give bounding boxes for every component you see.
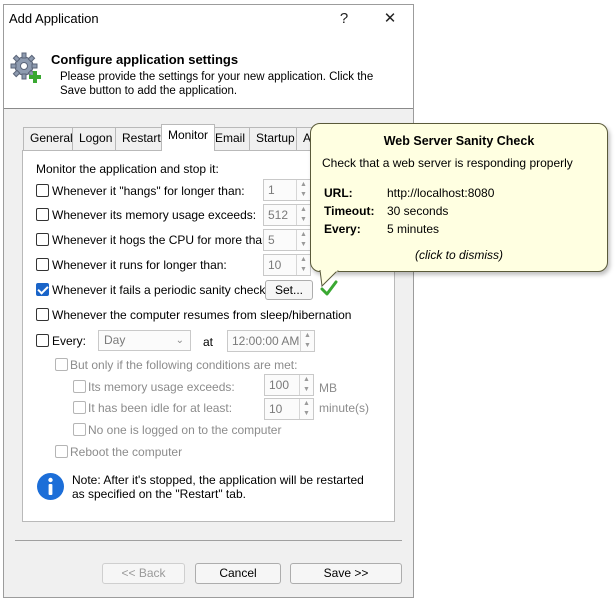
- close-button[interactable]: ✕: [368, 7, 412, 31]
- every-time-value: 12:00:00 AM: [232, 334, 300, 348]
- reboot-label: Reboot the computer: [70, 445, 183, 459]
- sanity-check-label: Whenever it fails a periodic sanity chec…: [52, 283, 266, 297]
- resume-checkbox[interactable]: [36, 308, 49, 321]
- tooltip-every-value: 5 minutes: [387, 222, 440, 236]
- cond-memory-label: Its memory usage exceeds:: [88, 380, 235, 394]
- monitor-heading: Monitor the application and stop it:: [36, 162, 219, 176]
- cond-nobody-label: No one is logged on to the computer: [88, 423, 282, 437]
- tooltip-url-value: http://localhost:8080: [387, 186, 495, 200]
- cpu-label: Whenever it hogs the CPU for more than:: [52, 233, 273, 247]
- cond-idle-label: It has been idle for at least:: [88, 401, 233, 415]
- every-period-value: Day: [104, 333, 126, 347]
- back-button[interactable]: << Back: [102, 563, 185, 584]
- footer-divider: [15, 540, 402, 541]
- runs-spinner[interactable]: 10 ▲ ▼: [263, 254, 311, 276]
- tooltip-pointer: [318, 269, 342, 291]
- header-description: Please provide the settings for your new…: [60, 71, 374, 97]
- tab-restart[interactable]: Restart: [115, 127, 168, 150]
- every-time-spinner[interactable]: 12:00:00 AM ▲ ▼: [227, 330, 315, 352]
- cpu-spinner[interactable]: 5 ▲ ▼: [263, 229, 311, 251]
- tooltip-title: Web Server Sanity Check: [383, 134, 535, 148]
- title-bar: Add Application ? ✕: [4, 5, 413, 33]
- cancel-button[interactable]: Cancel: [195, 563, 281, 584]
- tooltip-url-key: URL:: [324, 186, 353, 200]
- reboot-checkbox[interactable]: [55, 445, 68, 458]
- memory-label: Whenever its memory usage exceeds:: [52, 208, 257, 222]
- sanity-set-button[interactable]: Set...: [265, 280, 313, 300]
- cpu-checkbox[interactable]: [36, 233, 49, 246]
- memory-value: 512: [268, 208, 289, 222]
- runs-value: 10: [268, 258, 282, 272]
- cond-idle-unit: minute(s): [319, 401, 370, 415]
- runs-checkbox[interactable]: [36, 258, 49, 271]
- spinner-arrows-icon[interactable]: ▲ ▼: [296, 255, 310, 275]
- tab-monitor[interactable]: Monitor: [161, 124, 216, 151]
- help-button[interactable]: ?: [322, 7, 366, 31]
- spinner-arrows-icon[interactable]: ▲ ▼: [299, 375, 313, 395]
- hangs-value: 1: [268, 183, 275, 197]
- tooltip-description: Check that a web server is responding pr…: [322, 156, 573, 170]
- memory-spinner[interactable]: 512 ▲ ▼: [263, 204, 311, 226]
- header-title: Configure application settings: [51, 52, 239, 67]
- hangs-label: Whenever it "hangs" for longer than:: [52, 184, 245, 198]
- cond-nobody-checkbox[interactable]: [73, 423, 86, 436]
- every-period-select[interactable]: Day ⌄: [98, 330, 191, 351]
- gear-add-icon: [9, 51, 43, 88]
- resume-label: Whenever the computer resumes from sleep…: [52, 308, 352, 322]
- sanity-check-tooltip[interactable]: Web Server Sanity Check Check that a web…: [310, 123, 608, 272]
- tab-logon[interactable]: Logon: [72, 127, 120, 150]
- cond-memory-value: 100: [269, 378, 290, 392]
- tooltip-timeout-key: Timeout:: [324, 204, 375, 218]
- hangs-checkbox[interactable]: [36, 184, 49, 197]
- cond-memory-checkbox[interactable]: [73, 380, 86, 393]
- spinner-arrows-icon[interactable]: ▲ ▼: [296, 180, 310, 200]
- cond-memory-spinner[interactable]: 100 ▲ ▼: [264, 374, 314, 396]
- spinner-arrows-icon[interactable]: ▲ ▼: [300, 331, 314, 351]
- cpu-value: 5: [268, 233, 275, 247]
- spinner-arrows-icon[interactable]: ▲ ▼: [296, 230, 310, 250]
- cond-idle-spinner[interactable]: 10 ▲ ▼: [264, 398, 314, 420]
- cond-idle-checkbox[interactable]: [73, 401, 86, 414]
- dialog-header: Configure application settings Please pr…: [4, 33, 413, 109]
- tooltip-every-key: Every:: [324, 222, 361, 236]
- save-button[interactable]: Save >>: [290, 563, 402, 584]
- conditions-checkbox[interactable]: [55, 358, 68, 371]
- restart-note: Note: After it's stopped, the applicatio…: [72, 473, 364, 501]
- runs-label: Whenever it runs for longer than:: [52, 258, 227, 272]
- every-checkbox[interactable]: [36, 334, 49, 347]
- cond-memory-unit: MB: [319, 381, 337, 395]
- spinner-arrows-icon[interactable]: ▲ ▼: [296, 205, 310, 225]
- sanity-check-checkbox[interactable]: [36, 283, 49, 296]
- conditions-label: But only if the following conditions are…: [70, 358, 298, 372]
- spinner-arrows-icon[interactable]: ▲ ▼: [299, 399, 313, 419]
- tooltip-dismiss-hint[interactable]: (click to dismiss): [311, 248, 607, 262]
- cond-idle-value: 10: [269, 402, 283, 416]
- tooltip-timeout-value: 30 seconds: [387, 204, 449, 218]
- info-icon: [36, 472, 65, 504]
- every-label: Every:: [52, 334, 87, 348]
- memory-checkbox[interactable]: [36, 208, 49, 221]
- hangs-spinner[interactable]: 1 ▲ ▼: [263, 179, 311, 201]
- chevron-down-icon: ⌄: [175, 335, 184, 346]
- at-label: at: [203, 335, 214, 349]
- window-title: Add Application: [9, 11, 99, 26]
- tab-startup[interactable]: Startup: [249, 127, 302, 150]
